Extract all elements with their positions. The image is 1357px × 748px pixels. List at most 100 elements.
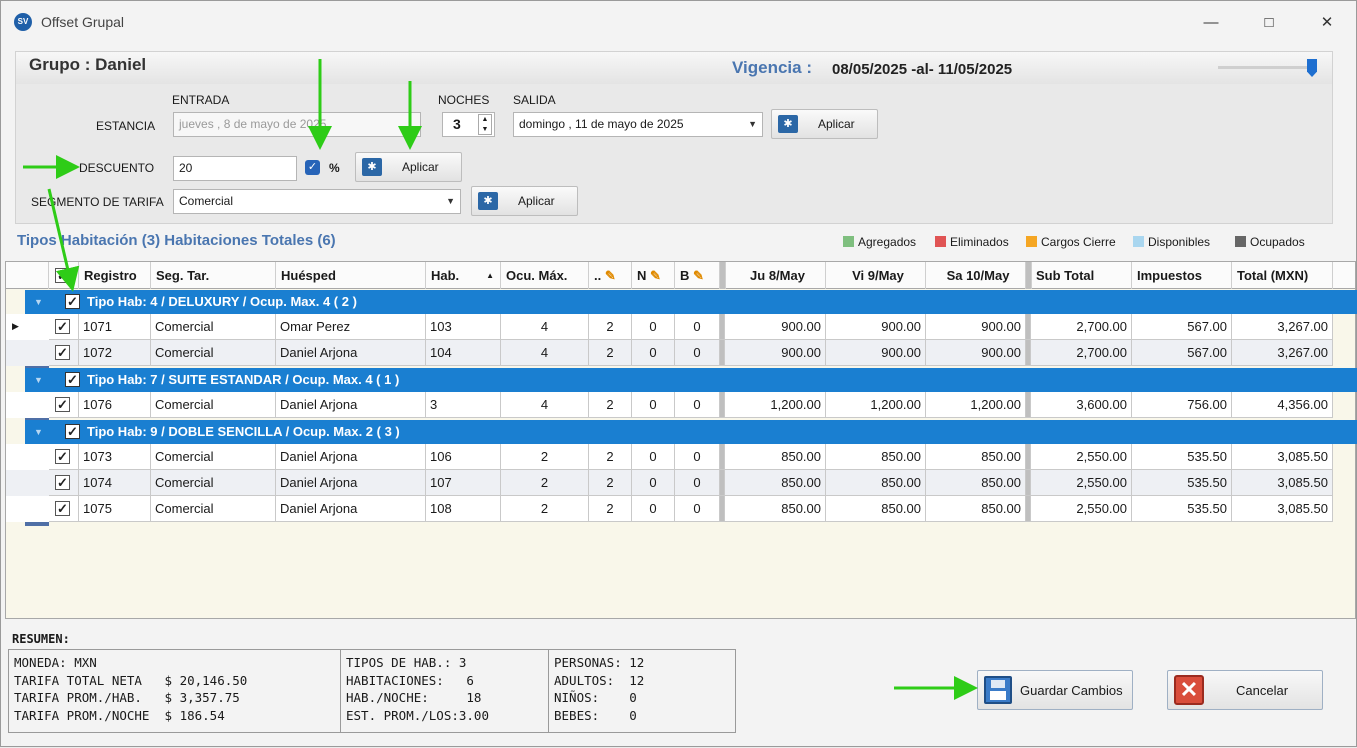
cell-vi-9-may: 900.00 [826,314,926,340]
col-impuestos[interactable]: Impuestos [1132,262,1232,289]
chevron-down-icon[interactable]: ▼ [748,113,757,136]
segmento-apply-label: Aplicar [518,194,555,208]
entrada-date-field[interactable]: jueves , 8 de mayo de 2025 [173,112,421,137]
row-checkbox[interactable]: ✓ [49,496,79,522]
descuento-apply-button[interactable]: ✱ Aplicar [355,152,462,182]
cell-total: 3,267.00 [1232,314,1333,340]
col-ocu-max[interactable]: Ocu. Máx. [501,262,589,289]
cell-ju-8-may: 900.00 [725,314,826,340]
cell-dots[interactable]: 2 [589,496,632,522]
segmento-select[interactable]: Comercial ▼ [173,189,461,214]
col-dots[interactable]: .. ✎ [589,262,632,289]
cell-ju-8-may: 900.00 [725,340,826,366]
cell-dots[interactable]: 2 [589,444,632,470]
pencil-icon: ✎ [604,268,616,283]
cell-n[interactable]: 0 [632,392,675,418]
cell-total: 3,085.50 [1232,470,1333,496]
collapse-arrow-icon[interactable]: ▼ [34,420,43,444]
col-ju-8-may[interactable]: Ju 8/May [725,262,826,289]
cell-seg-tar: Comercial [151,444,276,470]
col-n[interactable]: N ✎ [632,262,675,289]
cell-n[interactable]: 0 [632,340,675,366]
col-hab[interactable]: Hab. ▲ [426,262,501,289]
cell-n[interactable]: 0 [632,470,675,496]
cell-total: 3,085.50 [1232,496,1333,522]
group-checkbox[interactable]: ✓ [65,424,80,439]
cell-n[interactable]: 0 [632,496,675,522]
cell-seg-tar: Comercial [151,314,276,340]
group-title: Tipo Hab: 4 / DELUXURY / Ocup. Max. 4 ( … [87,294,357,309]
row-checkbox[interactable]: ✓ [49,314,79,340]
col-sub-total[interactable]: Sub Total [1031,262,1132,289]
col-vi-9-may[interactable]: Vi 9/May [826,262,926,289]
save-changes-button[interactable]: Guardar Cambios [977,670,1133,710]
cancel-x-icon: ✕ [1174,675,1204,705]
group-row-deluxury[interactable]: ▼ ✓ Tipo Hab: 4 / DELUXURY / Ocup. Max. … [25,290,1357,314]
cell-dots[interactable]: 2 [589,314,632,340]
table-row[interactable]: ✓ 1076 Comercial Daniel Arjona 3 4 2 0 0 1,200.00… [6,392,1333,418]
zoom-slider-track[interactable] [1218,66,1314,69]
close-icon[interactable]: ✕ [1307,9,1347,37]
cell-vi-9-may: 850.00 [826,496,926,522]
cell-huesped: Daniel Arjona [276,340,426,366]
group-checkbox[interactable]: ✓ [65,372,80,387]
table-row[interactable]: ✓ 1072 Comercial Daniel Arjona 104 4 2 0 0 900.00… [6,340,1333,366]
legend-ocupados: Ocupados [1235,235,1305,249]
legend-eliminados: Eliminados [935,235,1009,249]
minimize-icon[interactable]: — [1191,9,1231,37]
col-huesped[interactable]: Huésped [276,262,426,289]
collapse-arrow-icon[interactable]: ▼ [34,368,43,392]
cell-n[interactable]: 0 [632,444,675,470]
cell-dots[interactable]: 2 [589,392,632,418]
cell-b[interactable]: 0 [675,470,720,496]
legend-label: Agregados [858,235,917,249]
table-row[interactable]: ✓ 1073 Comercial Daniel Arjona 106 2 2 0 0 850.00… [6,444,1333,470]
legend-swatch [1133,236,1144,247]
salida-date-field[interactable]: domingo , 11 de mayo de 2025 ▼ [513,112,763,137]
col-total[interactable]: Total (MXN) [1232,262,1333,289]
table-row[interactable]: ✓ 1071 Comercial Omar Perez 103 4 2 0 0 900.00 900… [6,314,1333,340]
col-registro[interactable]: Registro [79,262,151,289]
estancia-apply-button[interactable]: ✱ Aplicar [771,109,878,139]
entrada-label: ENTRADA [172,93,230,107]
cell-hab: 3 [426,392,501,418]
noches-value: 3 [453,116,461,132]
table-row[interactable]: ✓ 1074 Comercial Daniel Arjona 107 2 2 0 0 850.00… [6,470,1333,496]
descuento-input[interactable]: 20 [173,156,297,181]
cell-b[interactable]: 0 [675,340,720,366]
row-checkbox[interactable]: ✓ [49,340,79,366]
cell-dots[interactable]: 2 [589,470,632,496]
row-checkbox[interactable]: ✓ [49,444,79,470]
col-seg-tar[interactable]: Seg. Tar. [151,262,276,289]
cell-n[interactable]: 0 [632,314,675,340]
group-row-doble-sencilla[interactable]: ▼ ✓ Tipo Hab: 9 / DOBLE SENCILLA / Ocup.… [25,420,1357,444]
col-sa-10-may[interactable]: Sa 10/May [926,262,1026,289]
cell-vi-9-may: 850.00 [826,444,926,470]
cell-registro: 1073 [79,444,151,470]
row-checkbox[interactable]: ✓ [49,392,79,418]
group-checkbox[interactable]: ✓ [65,294,80,309]
cell-ju-8-may: 850.00 [725,496,826,522]
cell-registro: 1076 [79,392,151,418]
chevron-down-icon[interactable]: ▼ [446,190,455,213]
cell-b[interactable]: 0 [675,392,720,418]
maximize-icon[interactable]: □ [1249,9,1289,37]
noches-stepper[interactable]: 3 ▲ ▼ [442,112,495,137]
collapse-arrow-icon[interactable]: ▼ [34,290,43,314]
cell-b[interactable]: 0 [675,444,720,470]
cancel-button[interactable]: ✕ Cancelar [1167,670,1323,710]
cell-b[interactable]: 0 [675,314,720,340]
segmento-apply-button[interactable]: ✱ Aplicar [471,186,578,216]
stepper-arrows-icon[interactable]: ▲ ▼ [478,114,492,135]
legend-agregados: Agregados [843,235,916,249]
table-row[interactable]: ✓ 1075 Comercial Daniel Arjona 108 2 2 0 0 850.00… [6,496,1333,522]
row-checkbox[interactable]: ✓ [49,470,79,496]
group-row-suite-estandar[interactable]: ▼ ✓ Tipo Hab: 7 / SUITE ESTANDAR / Ocup.… [25,368,1357,392]
select-all-checkbox[interactable]: ✓ [49,262,79,289]
cell-impuestos: 567.00 [1132,340,1232,366]
cell-dots[interactable]: 2 [589,340,632,366]
cell-b[interactable]: 0 [675,496,720,522]
rooms-grid[interactable]: ✓ Registro Seg. Tar. Huésped Hab. ▲ Ocu. … [5,261,1357,619]
percent-checkbox[interactable]: ✓ [305,160,320,175]
col-b[interactable]: B ✎ [675,262,720,289]
